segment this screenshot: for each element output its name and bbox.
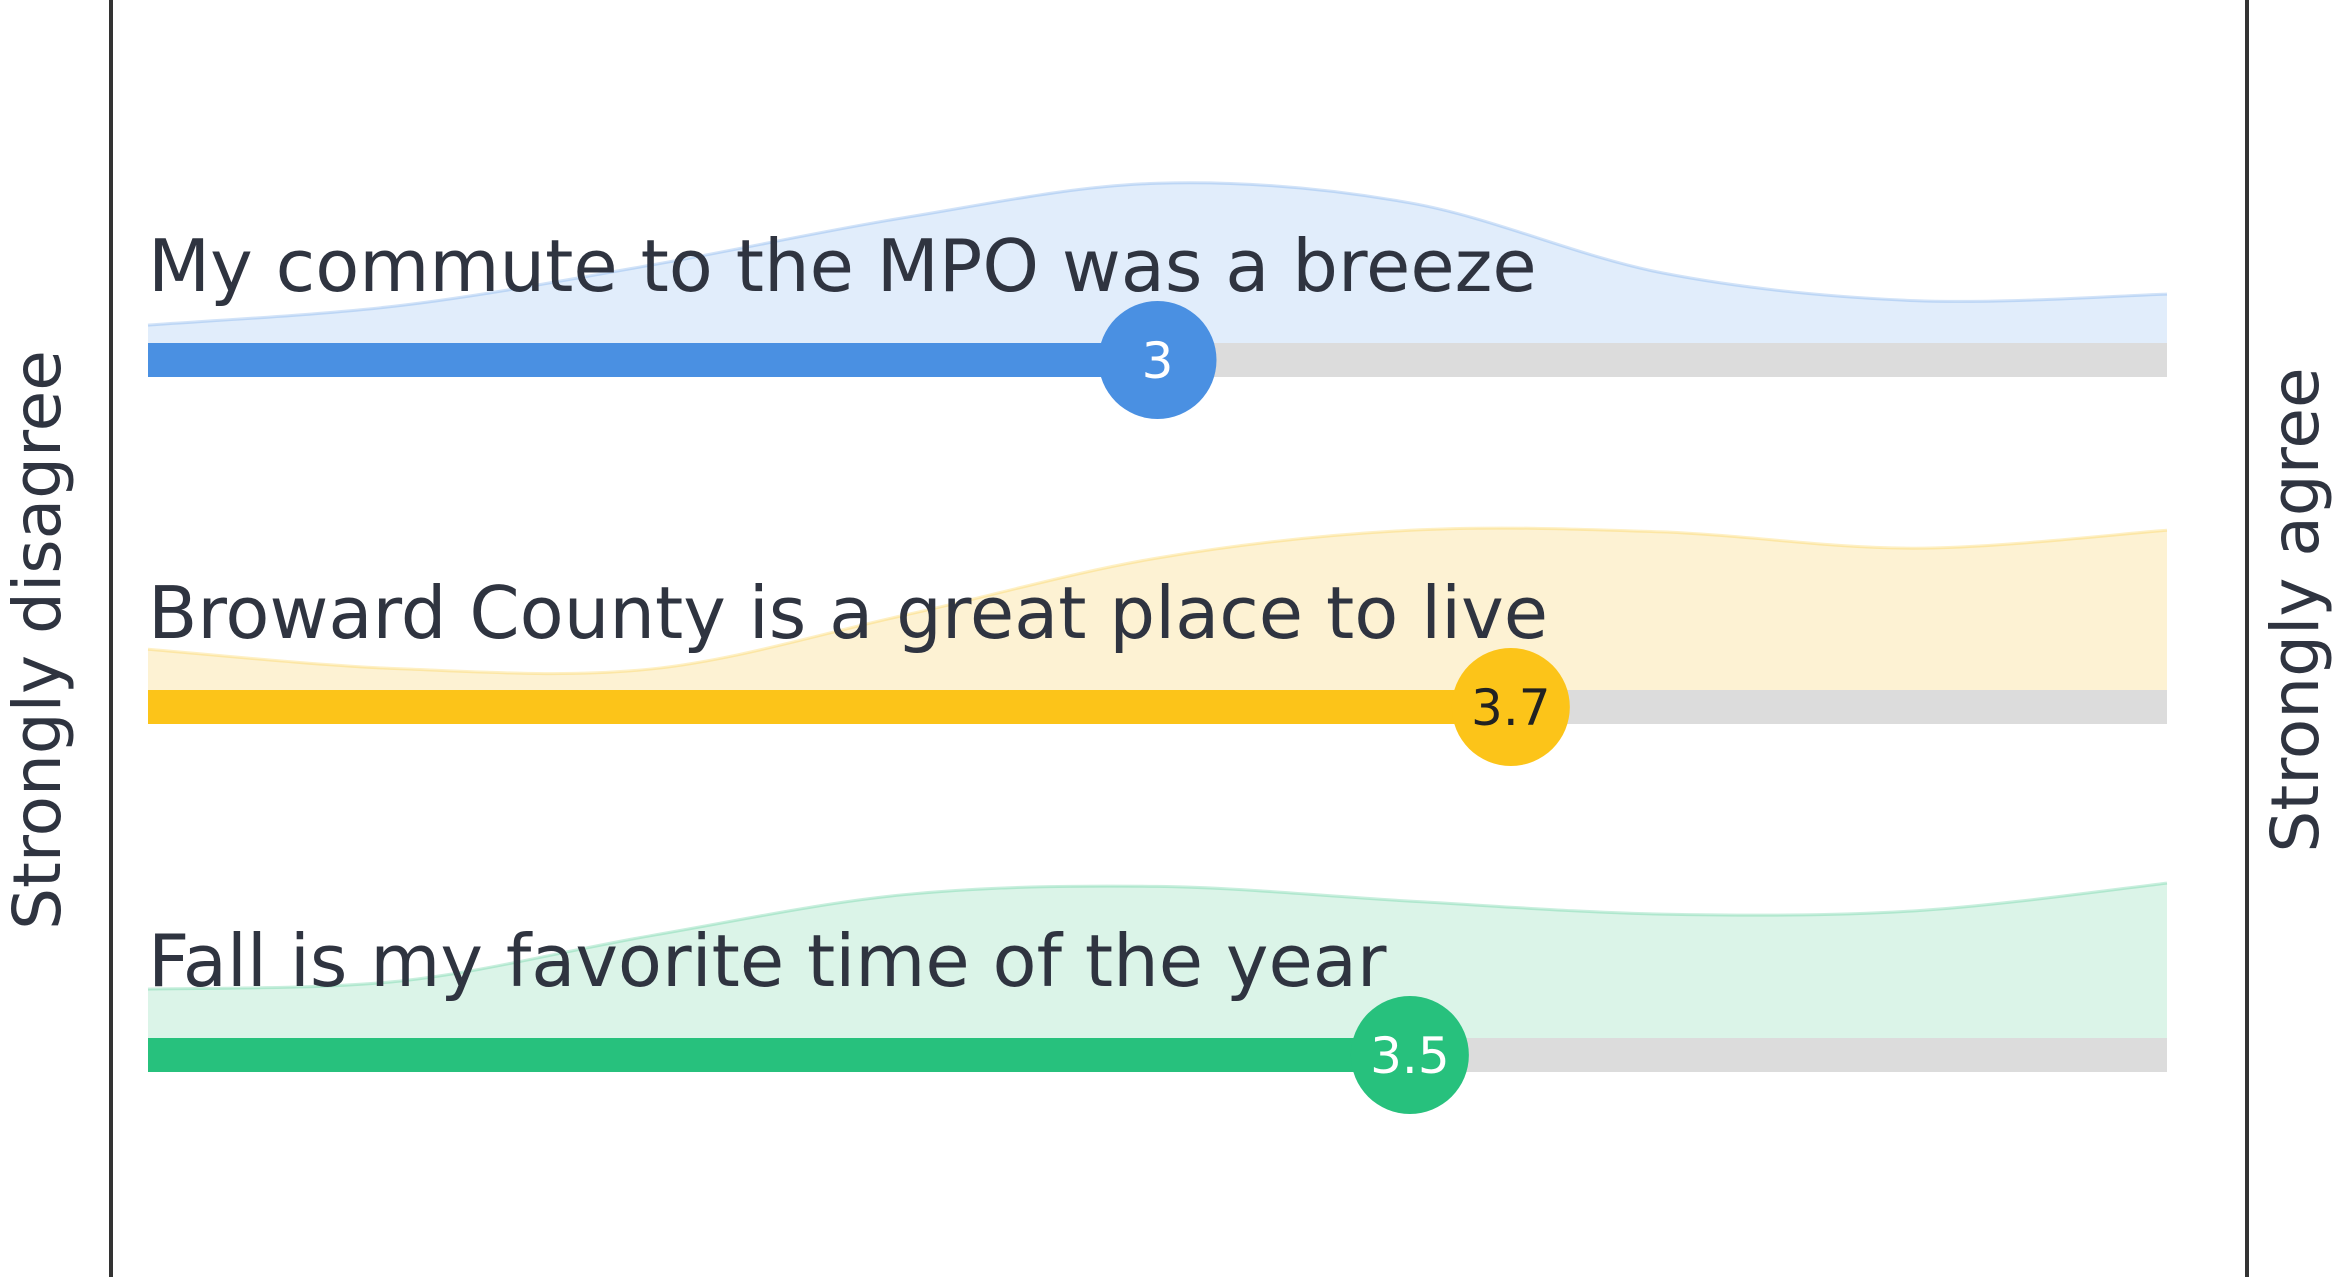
rows-group: My commute to the MPO was a breeze 3 Browa… bbox=[147, 181, 2168, 1114]
scale-min-label: Strongly disagree bbox=[0, 350, 76, 930]
statement-label: Broward County is a great place to live bbox=[148, 571, 1548, 655]
likert-chart: Strongly disagree Strongly agree My comm… bbox=[0, 0, 2346, 1277]
row-2: Broward County is a great place to live 3… bbox=[147, 526, 2168, 766]
scale-max-label: Strongly agree bbox=[2257, 367, 2334, 852]
value-label: 3 bbox=[1142, 332, 1174, 390]
value-label: 3.7 bbox=[1471, 679, 1551, 737]
statement-label: Fall is my favorite time of the year bbox=[148, 919, 1387, 1003]
value-bar bbox=[148, 1038, 1410, 1072]
chart-svg: Strongly disagree Strongly agree My comm… bbox=[0, 0, 2334, 1277]
value-bar bbox=[148, 690, 1511, 724]
row-1: My commute to the MPO was a breeze 3 bbox=[147, 181, 2168, 419]
row-3: Fall is my favorite time of the year 3.5 bbox=[147, 881, 2168, 1114]
value-label: 3.5 bbox=[1370, 1027, 1450, 1085]
statement-label: My commute to the MPO was a breeze bbox=[148, 224, 1537, 308]
value-bar bbox=[148, 343, 1158, 377]
